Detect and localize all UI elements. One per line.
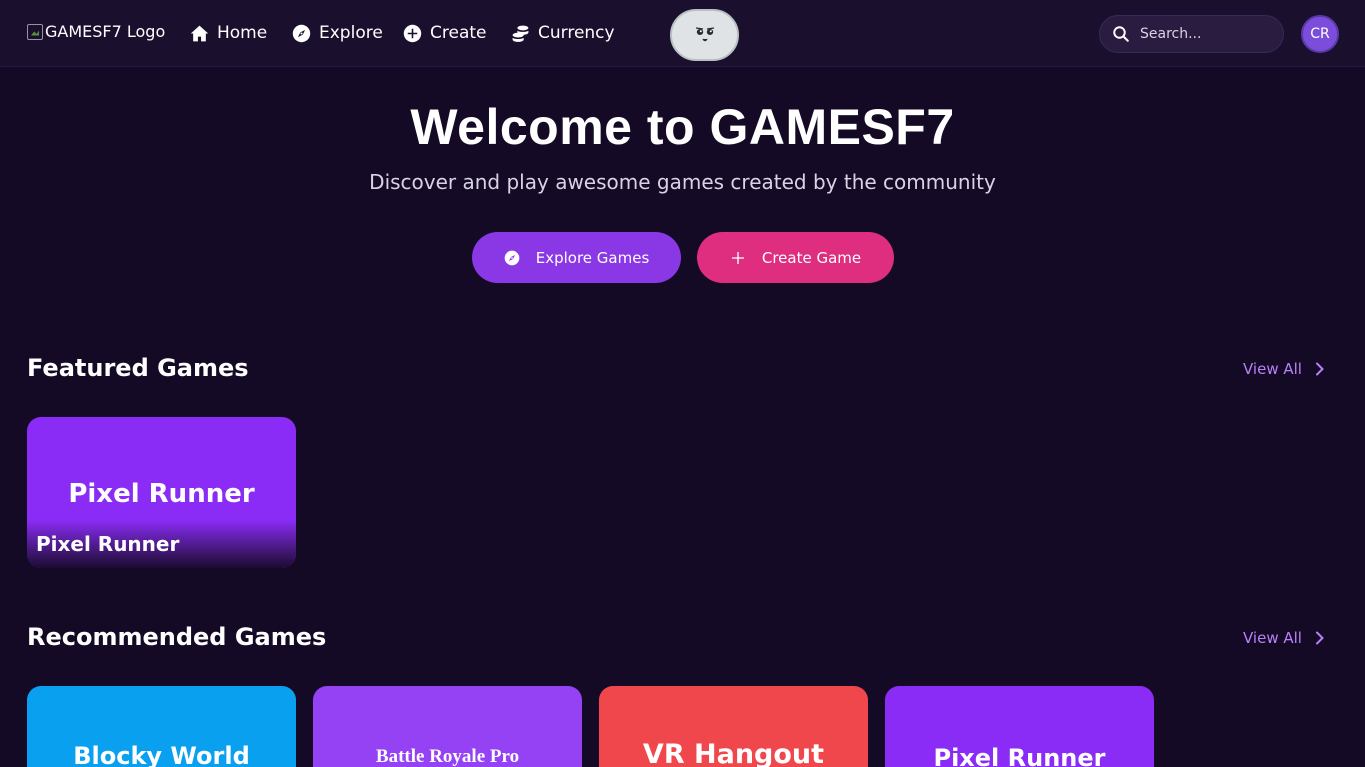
recommended-games-title: Recommended Games: [27, 623, 327, 651]
coins-icon: [512, 25, 529, 42]
recommended-view-all-link[interactable]: View All: [1243, 629, 1326, 647]
game-thumbnail: Battle Royale Pro: [313, 686, 582, 767]
nav-link-explore[interactable]: Explore: [292, 21, 383, 45]
recommended-game-card[interactable]: Pixel Runner: [885, 686, 1154, 767]
site-logo[interactable]: GAMESF7 Logo: [27, 22, 165, 41]
view-all-label: View All: [1243, 360, 1302, 378]
home-icon: [190, 25, 209, 41]
mascot-face-icon: [695, 27, 714, 42]
hero-subtitle: Discover and play awesome games created …: [369, 170, 996, 194]
game-thumbnail-title: Battle Royale Pro: [375, 746, 520, 767]
nav-link-home[interactable]: Home: [190, 21, 267, 45]
nav-link-label: Explore: [319, 23, 383, 43]
plus-icon: [731, 251, 744, 264]
recommended-game-card[interactable]: Battle Royale Pro: [313, 686, 582, 767]
featured-view-all-link[interactable]: View All: [1243, 360, 1326, 378]
game-thumbnail: VR Hangout: [599, 686, 868, 767]
chevron-right-icon: [1315, 631, 1324, 645]
game-thumbnail-title: VR Hangout: [642, 739, 825, 767]
broken-image-icon: [27, 23, 43, 40]
chevron-right-icon: [1315, 362, 1324, 376]
recommended-game-card[interactable]: VR Hangout: [599, 686, 868, 767]
nav-link-label: Currency: [538, 23, 615, 43]
nav-link-currency[interactable]: Currency: [511, 21, 615, 45]
logo-alt-text: GAMESF7 Logo: [45, 22, 166, 41]
user-avatar[interactable]: CR: [1301, 15, 1339, 53]
search-icon: [1113, 26, 1129, 42]
recommended-game-card[interactable]: Blocky World: [27, 686, 296, 767]
nav-link-label: Home: [217, 23, 268, 43]
game-card-name: Pixel Runner: [27, 520, 296, 568]
game-thumbnail-title: Pixel Runner: [68, 478, 255, 509]
create-game-button[interactable]: Create Game: [697, 232, 894, 283]
create-game-label: Create Game: [761, 248, 862, 267]
featured-games-title: Featured Games: [27, 354, 249, 382]
mascot-button[interactable]: [670, 9, 739, 61]
compass-icon: [292, 24, 311, 42]
game-thumbnail: Pixel Runner: [885, 686, 1154, 767]
view-all-label: View All: [1243, 629, 1302, 647]
game-thumbnail: Blocky World: [27, 686, 296, 767]
hero-title: Welcome to GAMESF7: [410, 99, 955, 155]
game-thumbnail-title: Pixel Runner: [933, 744, 1106, 767]
explore-games-button[interactable]: Explore Games: [472, 232, 681, 283]
featured-game-card[interactable]: Pixel Runner Pixel Runner: [27, 417, 296, 568]
top-nav-bar: GAMESF7 Logo Home Explore Create Currenc…: [0, 0, 1365, 67]
nav-link-label: Create: [430, 23, 487, 43]
nav-link-create[interactable]: Create: [403, 21, 487, 45]
search-input[interactable]: [1140, 26, 1260, 42]
plus-circle-icon: [403, 24, 422, 42]
explore-games-label: Explore Games: [535, 248, 650, 267]
search-box[interactable]: [1099, 15, 1284, 53]
compass-icon: [504, 250, 520, 265]
avatar-initials: CR: [1310, 26, 1330, 42]
game-thumbnail-title: Blocky World: [73, 742, 250, 767]
